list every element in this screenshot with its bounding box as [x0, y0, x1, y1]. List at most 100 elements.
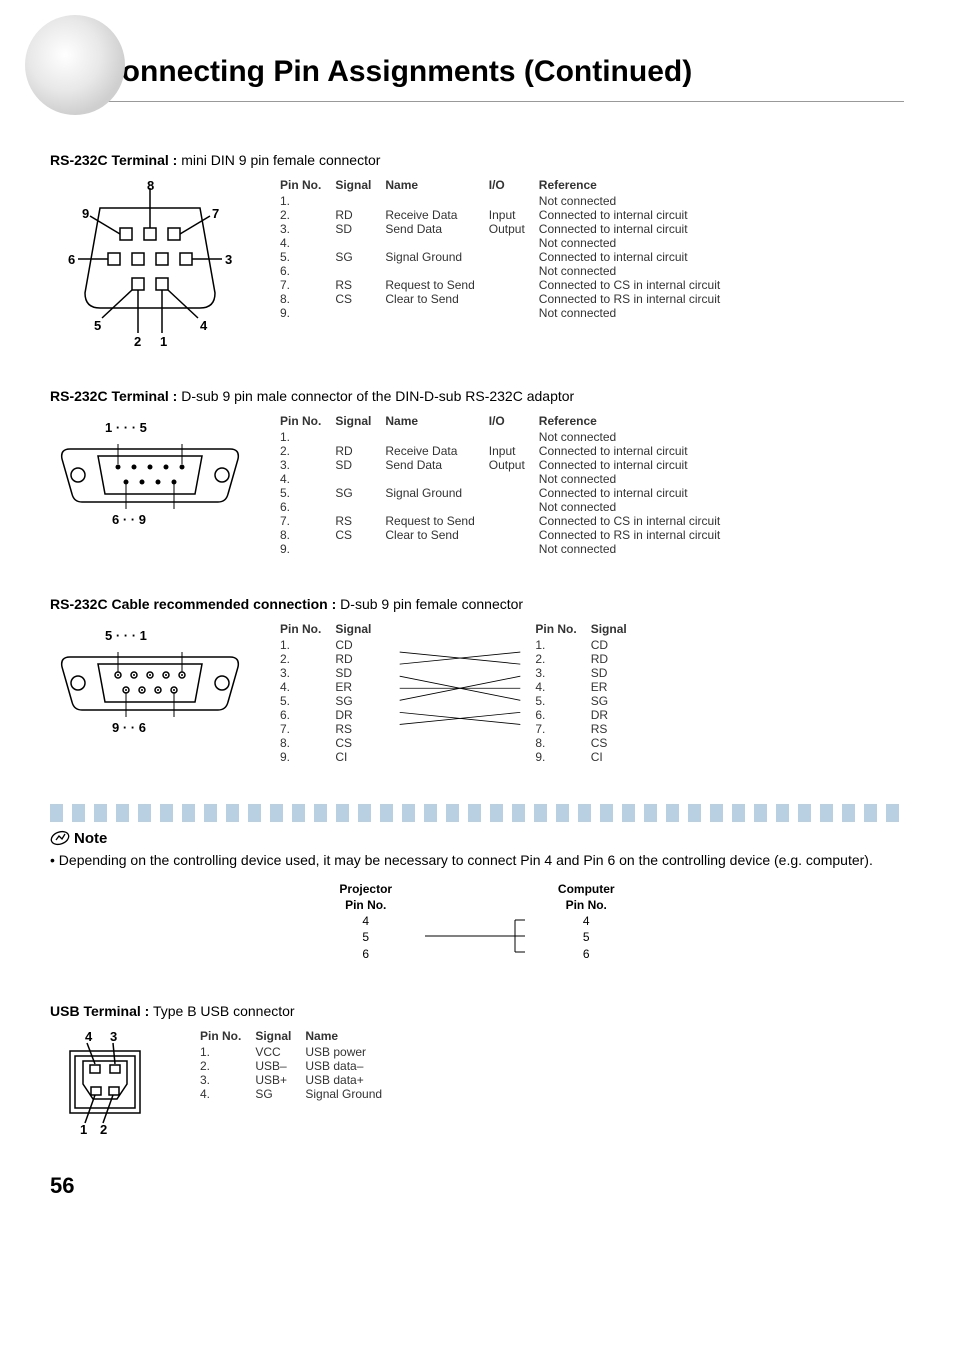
table-row: 2.USB–USB data– [200, 1059, 396, 1073]
usb-b-diagram: 4 3 1 2 [50, 1029, 170, 1139]
table-cell: 3. [535, 666, 590, 680]
table-cell: CS [335, 292, 385, 306]
table-row: 9.Not connected [280, 306, 734, 320]
table-cell: 6. [280, 500, 335, 514]
table-cell: 3. [200, 1073, 255, 1087]
svg-text:1 · · · 5: 1 · · · 5 [105, 420, 147, 435]
table-cell [385, 306, 488, 320]
table-row: 9.Not connected [280, 542, 734, 556]
table-cell: SG [591, 694, 641, 708]
table-cell: CD [591, 638, 641, 652]
table-cell: 2. [535, 652, 590, 666]
table-cell: USB+ [255, 1073, 305, 1087]
table-row: 4.SGSignal Ground [200, 1087, 396, 1101]
col-signal: Signal [335, 414, 385, 430]
mini-left-top: Projector [319, 882, 412, 896]
col-pin: Pin No. [280, 178, 335, 194]
table-cell: RS [335, 722, 385, 736]
table-row: 7.RSRequest to SendConnected to CS in in… [280, 514, 734, 528]
dsub9-male-diagram: 1 · · · 5 6 · · 9 [50, 414, 250, 534]
table-row: 8.CS [280, 736, 385, 750]
note-label: Note [74, 830, 107, 847]
table-row: 4.ER [535, 680, 640, 694]
section-usb: USB Terminal : Type B USB connector 4 3 [50, 1003, 904, 1139]
table-row: 5.SG [535, 694, 640, 708]
table-cell: SD [335, 666, 385, 680]
table-cell [335, 542, 385, 556]
section-rs232c-dsub: RS-232C Terminal : D-sub 9 pin male conn… [50, 388, 904, 556]
table-cell: RS [591, 722, 641, 736]
col-pin: Pin No. [200, 1029, 255, 1045]
note-icon [50, 828, 70, 848]
col-io: I/O [489, 178, 539, 194]
table-cell [489, 292, 539, 306]
svg-text:4: 4 [85, 1029, 93, 1044]
table-row: 1.VCCUSB power [200, 1045, 396, 1059]
col-signal: Signal [335, 622, 385, 638]
svg-text:5 · · · 1: 5 · · · 1 [105, 628, 147, 643]
table-cell: 6. [280, 708, 335, 722]
table-cell: Clear to Send [385, 528, 488, 542]
svg-text:1: 1 [160, 334, 167, 348]
heading-bold: RS-232C Terminal : [50, 152, 177, 168]
table-cell: 5. [280, 250, 335, 264]
table-cell: 2. [280, 208, 335, 222]
mini-left-bottom: Pin No. [319, 898, 412, 912]
table-cell: SG [335, 486, 385, 500]
mini-cell: 4 [319, 914, 412, 928]
rs232c-cable-heading: RS-232C Cable recommended connection : D… [50, 596, 904, 612]
heading-normal: Type B USB connector [149, 1003, 294, 1019]
table-cell: 9. [280, 750, 335, 764]
table-cell: SD [335, 222, 385, 236]
section-note: Note • Depending on the controlling devi… [50, 804, 904, 963]
table-cell [385, 236, 488, 250]
col-name: Name [385, 178, 488, 194]
table-cell: Not connected [539, 264, 734, 278]
table-cell: Not connected [539, 472, 734, 486]
table-cell: Signal Ground [305, 1087, 396, 1101]
table-cell: Connected to CS in internal circuit [539, 278, 734, 292]
table-cell: Connected to RS in internal circuit [539, 528, 734, 542]
table-cell: CS [335, 528, 385, 542]
col-pin: Pin No. [280, 622, 335, 638]
table-cell: RD [335, 444, 385, 458]
table-cell [335, 472, 385, 486]
corner-orb-decoration [20, 10, 130, 120]
table-cell: Send Data [385, 222, 488, 236]
table-cell: Not connected [539, 542, 734, 556]
table-cell [335, 194, 385, 208]
table-cell: VCC [255, 1045, 305, 1059]
table-cell: CS [335, 736, 385, 750]
table-cell: 7. [535, 722, 590, 736]
table-cell: Not connected [539, 194, 734, 208]
table-cell: USB data+ [305, 1073, 396, 1087]
table-row: 2.RD [280, 652, 385, 666]
table-cell: Connected to RS in internal circuit [539, 292, 734, 306]
table-cell: 8. [280, 528, 335, 542]
table-cell: 1. [280, 194, 335, 208]
table-cell: Connected to internal circuit [539, 458, 734, 472]
table-cell: Connected to internal circuit [539, 486, 734, 500]
table-row: 1. Not connected [280, 194, 734, 208]
table-cell: Connected to CS in internal circuit [539, 514, 734, 528]
usb-heading: USB Terminal : Type B USB connector [50, 1003, 904, 1019]
table-cell [385, 542, 488, 556]
note-wire-diagram [415, 914, 535, 958]
col-io: I/O [489, 414, 539, 430]
table-row: 3.SDSend DataOutputConnected to internal… [280, 222, 734, 236]
table-cell: Connected to internal circuit [539, 222, 734, 236]
table-cell: USB power [305, 1045, 396, 1059]
table-cell: USB data– [305, 1059, 396, 1073]
din9-diagram: 8 9 7 6 3 5 4 2 1 [50, 178, 250, 348]
table-cell: 1. [535, 638, 590, 652]
table-cell: Connected to internal circuit [539, 250, 734, 264]
table-cell: 4. [280, 680, 335, 694]
table-cell: Signal Ground [385, 486, 488, 500]
col-name: Name [305, 1029, 396, 1045]
table-row: 3.SD [280, 666, 385, 680]
heading-normal: mini DIN 9 pin female connector [177, 152, 380, 168]
table-cell [335, 236, 385, 250]
table-cell: Connected to internal circuit [539, 208, 734, 222]
svg-text:9 · · 6: 9 · · 6 [112, 720, 146, 735]
table-cell: 2. [280, 652, 335, 666]
